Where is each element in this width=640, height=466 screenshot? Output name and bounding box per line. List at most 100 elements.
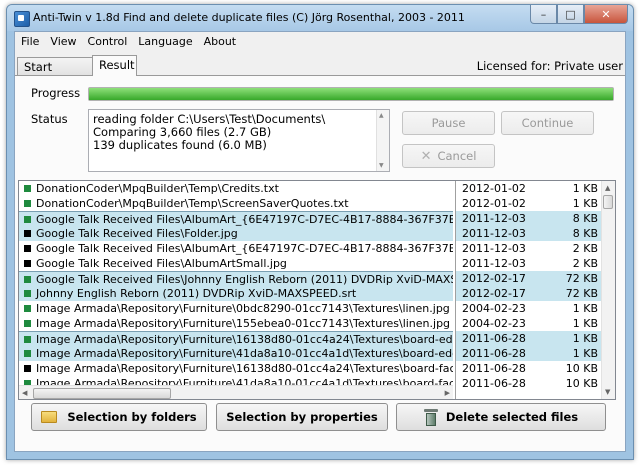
mark-indicator-icon[interactable] — [24, 336, 31, 343]
mark-indicator-icon[interactable] — [24, 290, 31, 297]
result-row[interactable]: Google Talk Received Files\AlbumArtSmall… — [19, 256, 453, 271]
file-size: 1 KB — [572, 317, 598, 330]
file-size: 1 KB — [572, 347, 598, 360]
result-row[interactable]: Johnny English Reborn (2011) DVDRip XviD… — [19, 286, 453, 301]
result-row[interactable]: Google Talk Received Files\AlbumArt_{6E4… — [19, 211, 453, 226]
result-meta-row[interactable]: 2004-02-23 1 KB — [456, 316, 602, 331]
app-icon — [14, 11, 30, 27]
file-path: Google Talk Received Files\AlbumArtSmall… — [36, 257, 287, 270]
file-path: DonationCoder\MpqBuilder\Temp\ScreenSave… — [36, 197, 349, 210]
scroll-down-arrow-icon[interactable]: ▼ — [379, 162, 384, 169]
scroll-right-arrow-icon[interactable]: ▶ — [445, 389, 450, 397]
file-size: 8 KB — [572, 212, 598, 225]
minimize-button[interactable]: – — [530, 5, 557, 24]
tab-result[interactable]: Result — [92, 55, 137, 76]
file-size: 8 KB — [572, 227, 598, 240]
file-date: 2011-06-28 — [462, 377, 526, 390]
vertical-scroll-thumb[interactable] — [603, 195, 613, 209]
file-date: 2011-12-03 — [462, 257, 526, 270]
status-box[interactable]: reading folder C:\Users\Test\Documents\ … — [88, 109, 390, 172]
status-label: Status — [31, 112, 68, 126]
file-path: Image Armada\Repository\Furniture\16138d… — [36, 362, 453, 375]
menu-about[interactable]: About — [198, 32, 242, 50]
result-meta-row[interactable]: 2012-01-02 1 KB — [456, 181, 602, 196]
progress-label: Progress — [31, 86, 81, 100]
progress-fill — [89, 88, 613, 100]
scroll-left-arrow-icon[interactable]: ◀ — [22, 389, 27, 397]
result-row[interactable]: Image Armada\Repository\Furniture\155ebe… — [19, 316, 453, 331]
file-size: 2 KB — [572, 257, 598, 270]
result-meta-row[interactable]: 2011-12-03 2 KB — [456, 256, 602, 271]
menu-file[interactable]: File — [15, 32, 44, 50]
result-meta-row[interactable]: 2004-02-23 1 KB — [456, 301, 602, 316]
result-row[interactable]: Google Talk Received Files\AlbumArt_{6E4… — [19, 241, 453, 256]
scroll-up-arrow-icon[interactable]: ▲ — [605, 184, 610, 192]
mark-indicator-icon[interactable] — [24, 260, 31, 267]
selection-by-properties-button[interactable]: Selection by properties — [216, 403, 388, 431]
mark-indicator-icon[interactable] — [24, 185, 31, 192]
result-meta-row[interactable]: 2011-12-03 8 KB — [456, 226, 602, 241]
mark-indicator-icon[interactable] — [24, 230, 31, 237]
mark-indicator-icon[interactable] — [24, 320, 31, 327]
result-meta-row[interactable]: 2012-02-17 72 KB — [456, 286, 602, 301]
file-path: Image Armada\Repository\Furniture\41da8a… — [36, 347, 453, 360]
file-path: Johnny English Reborn (2011) DVDRip XviD… — [36, 287, 357, 300]
close-button[interactable]: ✕ — [584, 5, 628, 24]
pause-button[interactable]: Pause — [402, 111, 495, 135]
menu-bar: File View Control Language About — [15, 32, 625, 50]
result-row[interactable]: Image Armada\Repository\Furniture\0bdc82… — [19, 301, 453, 316]
result-row[interactable]: Image Armada\Repository\Furniture\16138d… — [19, 361, 453, 376]
result-row[interactable]: Image Armada\Repository\Furniture\16138d… — [19, 331, 453, 346]
scroll-up-arrow-icon[interactable]: ▲ — [379, 112, 384, 119]
tab-start-search[interactable]: Start search — [17, 57, 93, 88]
selection-by-folders-button[interactable]: Selection by folders — [31, 403, 207, 431]
delete-selected-files-label: Delete selected files — [445, 410, 579, 424]
file-date: 2012-01-02 — [462, 182, 526, 195]
result-meta-row[interactable]: 2011-12-03 2 KB — [456, 241, 602, 256]
result-meta-row[interactable]: 2012-01-02 1 KB — [456, 196, 602, 211]
result-panel: Progress Status reading folder C:\Users\… — [15, 76, 625, 451]
result-meta-row[interactable]: 2011-12-03 8 KB — [456, 211, 602, 226]
results-list[interactable]: DonationCoder\MpqBuilder\Temp\Credits.tx… — [18, 180, 616, 400]
menu-view[interactable]: View — [44, 32, 81, 50]
result-row[interactable]: Google Talk Received Files\Folder.jpg — [19, 226, 453, 241]
pause-button-label: Pause — [431, 116, 466, 130]
result-meta-row[interactable]: 2011-06-28 1 KB — [456, 346, 602, 361]
horizontal-scrollbar[interactable]: ◀ ▶ — [19, 385, 453, 399]
menu-control[interactable]: Control — [82, 32, 133, 50]
result-row[interactable]: DonationCoder\MpqBuilder\Temp\Credits.tx… — [19, 181, 453, 196]
result-meta-row[interactable]: 2011-06-28 10 KB — [456, 376, 602, 391]
file-size: 1 KB — [572, 197, 598, 210]
result-row[interactable]: DonationCoder\MpqBuilder\Temp\ScreenSave… — [19, 196, 453, 211]
vertical-scrollbar[interactable]: ▲ ▼ — [601, 181, 615, 399]
license-info: Licensed for: Private user — [476, 59, 623, 73]
mark-indicator-icon[interactable] — [24, 350, 31, 357]
folder-icon — [41, 411, 58, 423]
result-meta-row[interactable]: 2011-06-28 1 KB — [456, 331, 602, 346]
menu-language[interactable]: Language — [132, 32, 197, 50]
result-row[interactable]: Google Talk Received Files\Johnny Englis… — [19, 271, 453, 286]
mark-indicator-icon[interactable] — [24, 245, 31, 252]
mark-indicator-icon[interactable] — [24, 365, 31, 372]
horizontal-scroll-thumb[interactable] — [33, 388, 171, 399]
file-path: Image Armada\Repository\Furniture\16138d… — [36, 333, 453, 346]
mark-indicator-icon[interactable] — [24, 216, 31, 223]
file-size: 10 KB — [565, 377, 598, 390]
mark-indicator-icon[interactable] — [24, 200, 31, 207]
result-row[interactable]: Image Armada\Repository\Furniture\41da8a… — [19, 346, 453, 361]
title-bar[interactable]: Anti-Twin v 1.8d Find and delete duplica… — [7, 5, 633, 31]
cancel-button[interactable]: ✕ Cancel — [402, 144, 495, 168]
mark-indicator-icon[interactable] — [24, 305, 31, 312]
result-meta-row[interactable]: 2011-06-28 10 KB — [456, 361, 602, 376]
scroll-down-arrow-icon[interactable]: ▼ — [605, 388, 610, 396]
maximize-button[interactable]: □ — [557, 5, 584, 24]
mark-indicator-icon[interactable] — [24, 276, 31, 283]
file-date: 2011-12-03 — [462, 212, 526, 225]
result-meta-row[interactable]: 2012-02-17 72 KB — [456, 271, 602, 286]
continue-button[interactable]: Continue — [501, 111, 594, 135]
delete-selected-files-button[interactable]: Delete selected files — [396, 403, 606, 431]
status-scrollbar[interactable]: ▲ ▼ — [376, 110, 389, 171]
recycle-bin-icon — [423, 408, 438, 426]
result-row[interactable]: Image Armada\Repository\Furniture\41da8a… — [19, 376, 453, 385]
file-size: 72 KB — [565, 287, 598, 300]
